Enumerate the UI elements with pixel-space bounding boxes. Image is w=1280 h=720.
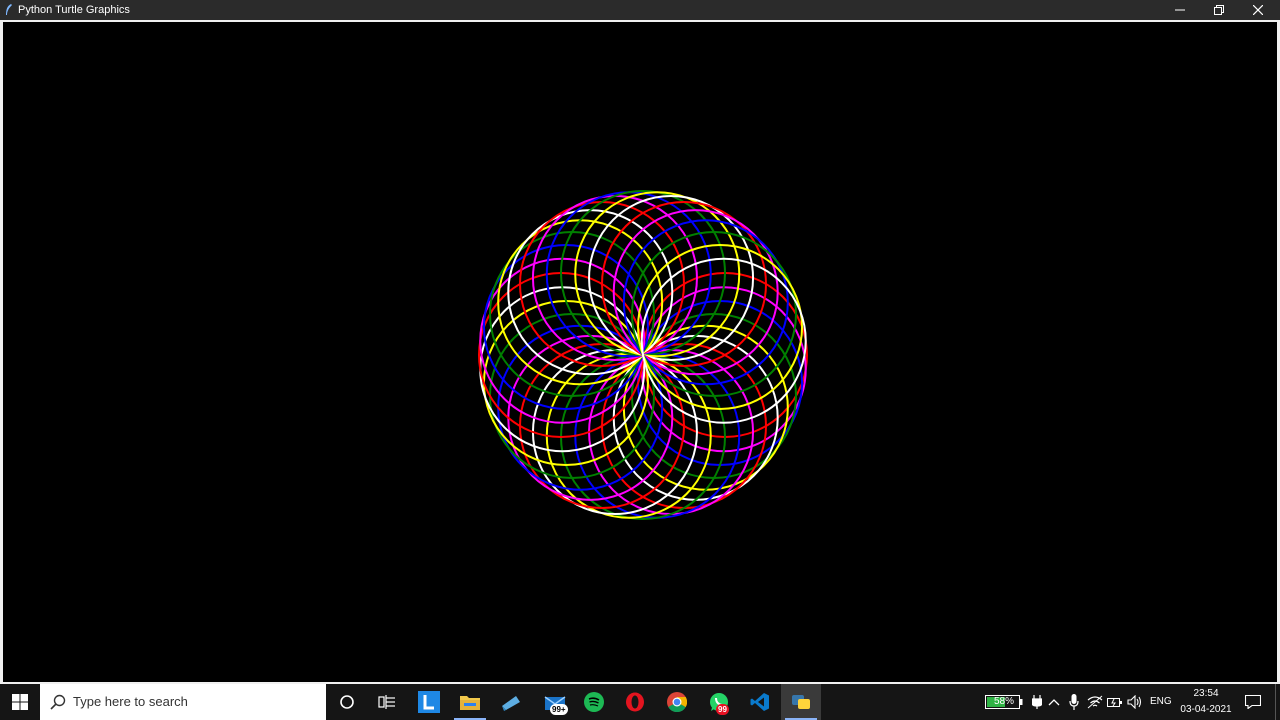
opera-icon (626, 692, 644, 712)
taskbar-app-launcher[interactable] (409, 684, 449, 720)
close-button[interactable] (1238, 0, 1278, 20)
minimize-button[interactable] (1160, 0, 1200, 20)
cortana-icon (340, 695, 354, 709)
search-icon (50, 694, 66, 710)
python-icon (792, 695, 810, 709)
battery-percent: 58% (993, 696, 1014, 707)
taskbar: Type here to search 99+ 99 58% ENG 23:54… (0, 684, 1280, 720)
taskbar-app-python[interactable] (781, 684, 821, 720)
spotify-icon (584, 692, 604, 712)
taskbar-app-chrome[interactable] (657, 684, 697, 720)
microphone-icon[interactable] (1066, 694, 1082, 710)
chrome-icon (667, 692, 687, 712)
minimize-icon (1175, 9, 1185, 11)
windows-icon (12, 694, 28, 710)
task-view-button[interactable] (370, 684, 404, 720)
clock-time[interactable]: 23:54 (1176, 687, 1236, 701)
remote-icon (502, 696, 520, 711)
window-title: Python Turtle Graphics (18, 4, 130, 16)
power-battery-icon[interactable] (1107, 694, 1123, 710)
volume-icon[interactable] (1127, 694, 1143, 710)
notification-icon (1245, 695, 1261, 709)
action-center-button[interactable] (1240, 684, 1266, 720)
language-indicator[interactable]: ENG (1150, 695, 1172, 709)
restore-icon (1214, 5, 1224, 15)
clock-date[interactable]: 03-04-2021 (1176, 703, 1236, 717)
show-desktop-button[interactable] (1275, 684, 1280, 720)
spirograph-drawing (478, 190, 808, 520)
taskbar-app-file-explorer[interactable] (450, 684, 490, 720)
canvas-frame (0, 20, 1280, 684)
turtle-window: Python Turtle Graphics (0, 0, 1280, 684)
taskbar-app-opera[interactable] (615, 684, 655, 720)
task-view-icon (378, 695, 395, 709)
taskbar-app-spotify[interactable] (574, 684, 614, 720)
wifi-icon[interactable] (1087, 694, 1103, 710)
cortana-button[interactable] (330, 684, 364, 720)
feather-icon (6, 4, 12, 15)
chevron-up-icon[interactable] (1046, 694, 1062, 710)
vscode-icon (750, 693, 769, 711)
folder-icon (460, 696, 480, 710)
search-input[interactable]: Type here to search (40, 684, 326, 720)
launcher-icon (418, 691, 440, 713)
taskbar-app-vscode[interactable] (740, 684, 780, 720)
restore-button[interactable] (1199, 0, 1239, 20)
charging-plug-icon[interactable] (1029, 694, 1045, 710)
taskbar-app-remote[interactable] (491, 684, 531, 720)
start-button[interactable] (0, 684, 40, 720)
search-placeholder: Type here to search (73, 694, 188, 709)
turtle-canvas[interactable] (3, 22, 1277, 682)
mail-badge: 99+ (550, 704, 568, 715)
close-icon (1253, 5, 1263, 15)
whatsapp-badge: 99 (716, 704, 729, 715)
title-bar[interactable]: Python Turtle Graphics (0, 0, 1280, 20)
